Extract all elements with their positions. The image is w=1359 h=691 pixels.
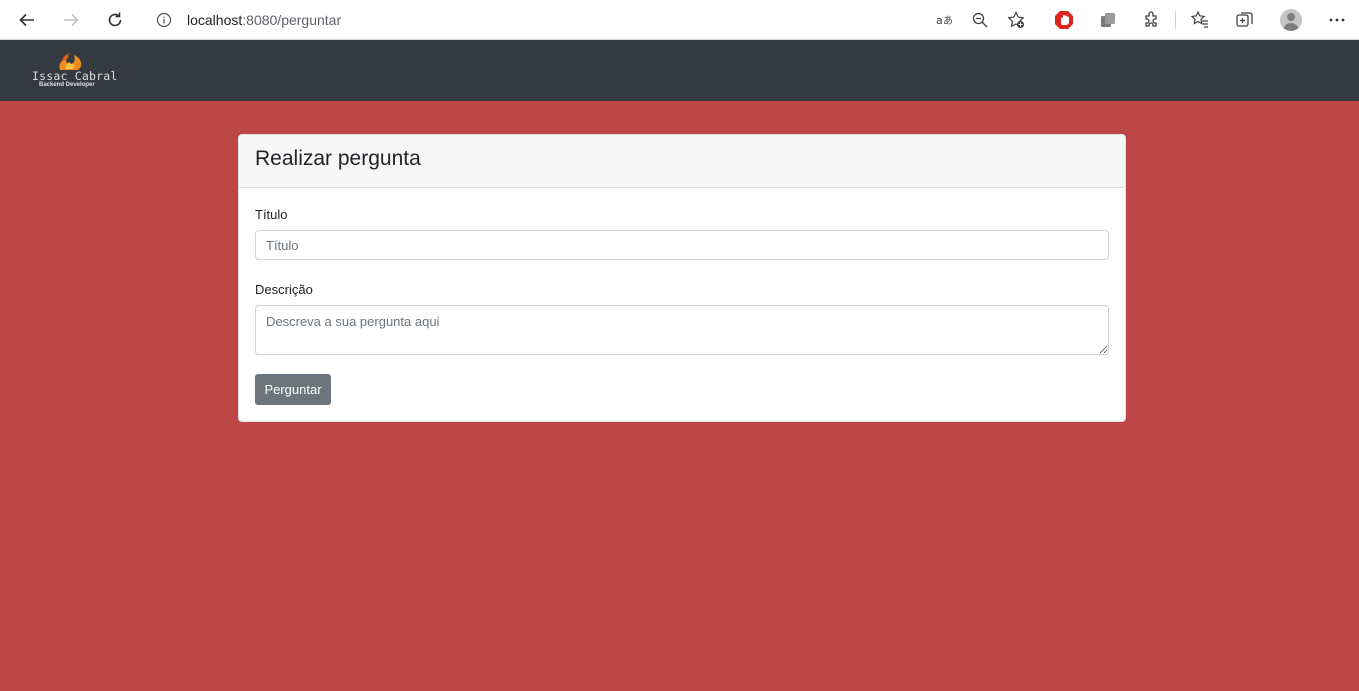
arrow-left-icon	[19, 13, 34, 27]
arrow-right-icon	[64, 13, 79, 27]
url-host: localhost	[187, 12, 243, 28]
address-bar[interactable]: localhost:8080/perguntar aあ	[143, 5, 1035, 35]
card-title: Realizar pergunta	[255, 147, 421, 170]
adblock-extension-icon[interactable]	[1054, 10, 1074, 30]
add-favorite-icon[interactable]	[1007, 11, 1025, 29]
forward-button[interactable]	[59, 8, 83, 32]
card-header: Realizar pergunta	[239, 135, 1125, 188]
extensions-icon[interactable]	[1142, 10, 1162, 30]
logo-subtitle: Backend Developer	[39, 82, 95, 88]
logo-name: Issac Cabral	[32, 69, 118, 83]
collections-extension-icon[interactable]	[1098, 10, 1118, 30]
avatar-head	[1287, 13, 1295, 21]
site-navbar: Issac Cabral Backend Developer	[0, 40, 1359, 101]
descricao-label: Descrição	[255, 282, 313, 297]
reload-icon	[108, 12, 122, 27]
url-path: :8080/perguntar	[242, 12, 342, 28]
titulo-label: Título	[255, 207, 288, 222]
reload-button[interactable]	[103, 8, 127, 32]
svg-text:a: a	[936, 14, 943, 27]
translate-icon[interactable]: aあ	[935, 11, 953, 29]
info-icon[interactable]	[156, 12, 172, 28]
titulo-input[interactable]	[255, 230, 1109, 260]
favorites-icon[interactable]	[1190, 10, 1210, 30]
toolbar-divider	[1175, 11, 1176, 29]
avatar-body	[1283, 23, 1299, 31]
site-logo[interactable]: Issac Cabral Backend Developer	[30, 50, 120, 92]
question-card: Realizar pergunta Título Descrição Pergu…	[238, 134, 1126, 422]
descricao-textarea[interactable]	[255, 305, 1109, 355]
back-button[interactable]	[15, 8, 39, 32]
collections-icon[interactable]	[1235, 10, 1255, 30]
more-options-icon[interactable]	[1327, 10, 1347, 30]
svg-text:あ: あ	[943, 15, 953, 27]
perguntar-button[interactable]: Perguntar	[255, 374, 331, 405]
profile-avatar[interactable]	[1280, 9, 1302, 31]
browser-toolbar: localhost:8080/perguntar aあ	[0, 0, 1359, 40]
zoom-out-icon[interactable]	[971, 11, 989, 29]
url-text[interactable]: localhost:8080/perguntar	[187, 12, 341, 28]
